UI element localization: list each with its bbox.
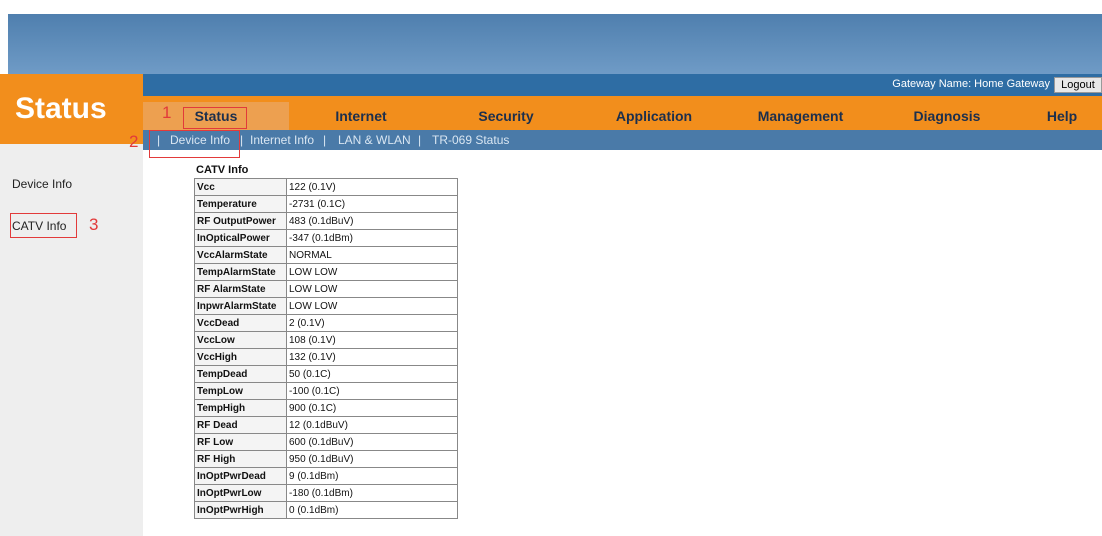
field-label: TempDead bbox=[194, 365, 287, 383]
subnav-internet-info[interactable]: Internet Info bbox=[250, 130, 314, 150]
field-value: 900 (0.1C) bbox=[286, 399, 458, 417]
gateway-name: Gateway Name: Home Gateway bbox=[892, 78, 1050, 90]
field-label: VccAlarmState bbox=[194, 246, 287, 264]
annotation-box-status bbox=[183, 107, 247, 129]
sidebar: Device Info CATV Info bbox=[0, 144, 143, 536]
field-label: InpwrAlarmState bbox=[194, 297, 287, 315]
field-value: LOW LOW bbox=[286, 280, 458, 298]
annotation-number: 1 bbox=[162, 103, 172, 122]
table-row: VccDead 2 (0.1V) bbox=[194, 314, 458, 332]
main-nav: Status Internet Security Application Man… bbox=[143, 102, 1102, 130]
table-row: RF Low 600 (0.1dBuV) bbox=[194, 433, 458, 451]
table-row: RF AlarmState LOW LOW bbox=[194, 280, 458, 298]
field-value: -100 (0.1C) bbox=[286, 382, 458, 400]
field-label: TempAlarmState bbox=[194, 263, 287, 281]
logout-button[interactable]: Logout bbox=[1054, 77, 1102, 93]
tab-application[interactable]: Application bbox=[579, 102, 729, 130]
subnav-lan-wlan[interactable]: LAN & WLAN bbox=[338, 130, 411, 150]
field-label: VccDead bbox=[194, 314, 287, 332]
field-value: 12 (0.1dBuV) bbox=[286, 416, 458, 434]
table-row: VccHigh 132 (0.1V) bbox=[194, 348, 458, 366]
table-row: InOptPwrLow -180 (0.1dBm) bbox=[194, 484, 458, 502]
table-row: InpwrAlarmState LOW LOW bbox=[194, 297, 458, 315]
field-label: RF High bbox=[194, 450, 287, 468]
field-value: 483 (0.1dBuV) bbox=[286, 212, 458, 230]
table-row: RF Dead 12 (0.1dBuV) bbox=[194, 416, 458, 434]
table-row: Temperature -2731 (0.1C) bbox=[194, 195, 458, 213]
table-row: VccLow 108 (0.1V) bbox=[194, 331, 458, 349]
field-value: LOW LOW bbox=[286, 263, 458, 281]
field-value: 50 (0.1C) bbox=[286, 365, 458, 383]
field-label: VccLow bbox=[194, 331, 287, 349]
sub-nav: | Device Info | Internet Info | LAN & WL… bbox=[143, 130, 1102, 150]
field-value: -347 (0.1dBm) bbox=[286, 229, 458, 247]
tab-diagnosis[interactable]: Diagnosis bbox=[872, 102, 1022, 130]
field-label: RF AlarmState bbox=[194, 280, 287, 298]
field-label: InOptPwrDead bbox=[194, 467, 287, 485]
field-value: -2731 (0.1C) bbox=[286, 195, 458, 213]
field-value: 132 (0.1V) bbox=[286, 348, 458, 366]
gateway-bar: Gateway Name: Home Gateway Logout bbox=[143, 74, 1102, 96]
field-label: RF Low bbox=[194, 433, 287, 451]
field-label: InOptPwrLow bbox=[194, 484, 287, 502]
field-value: LOW LOW bbox=[286, 297, 458, 315]
subnav-separator: | bbox=[323, 133, 327, 147]
subnav-separator: | bbox=[418, 133, 422, 147]
subnav-tr069-status[interactable]: TR-069 Status bbox=[432, 130, 509, 150]
table-row: InOpticalPower -347 (0.1dBm) bbox=[194, 229, 458, 247]
top-banner bbox=[8, 14, 1102, 74]
field-label: InOptPwrHigh bbox=[194, 501, 287, 519]
annotation-box-device-info bbox=[149, 130, 240, 158]
table-row: RF OutputPower 483 (0.1dBuV) bbox=[194, 212, 458, 230]
field-value: 9 (0.1dBm) bbox=[286, 467, 458, 485]
field-value: 2 (0.1V) bbox=[286, 314, 458, 332]
table-row: VccAlarmState NORMAL bbox=[194, 246, 458, 264]
field-value: 0 (0.1dBm) bbox=[286, 501, 458, 519]
field-value: -180 (0.1dBm) bbox=[286, 484, 458, 502]
tab-management[interactable]: Management bbox=[729, 102, 872, 130]
annotation-box-catv-info bbox=[10, 213, 77, 238]
field-value: 108 (0.1V) bbox=[286, 331, 458, 349]
field-label: RF OutputPower bbox=[194, 212, 287, 230]
catv-info-table: Vcc 122 (0.1V) Temperature -2731 (0.1C) RF… bbox=[194, 178, 458, 519]
field-label: VccHigh bbox=[194, 348, 287, 366]
table-row: InOptPwrDead 9 (0.1dBm) bbox=[194, 467, 458, 485]
tab-help[interactable]: Help bbox=[1022, 102, 1102, 130]
table-row: TempLow -100 (0.1C) bbox=[194, 382, 458, 400]
table-row: TempHigh 900 (0.1C) bbox=[194, 399, 458, 417]
field-label: InOpticalPower bbox=[194, 229, 287, 247]
field-value: 600 (0.1dBuV) bbox=[286, 433, 458, 451]
field-value: 122 (0.1V) bbox=[286, 178, 458, 196]
table-row: InOptPwrHigh 0 (0.1dBm) bbox=[194, 501, 458, 519]
subnav-separator: | bbox=[240, 133, 244, 147]
section-title: Status bbox=[0, 74, 143, 144]
annotation-number: 3 bbox=[89, 215, 99, 234]
table-row: Vcc 122 (0.1V) bbox=[194, 178, 458, 196]
tab-security[interactable]: Security bbox=[433, 102, 579, 130]
table-row: TempDead 50 (0.1C) bbox=[194, 365, 458, 383]
annotation-number: 2 bbox=[129, 132, 139, 151]
table-row: TempAlarmState LOW LOW bbox=[194, 263, 458, 281]
catv-info-title: CATV Info bbox=[196, 164, 249, 176]
field-value: 950 (0.1dBuV) bbox=[286, 450, 458, 468]
field-label: Temperature bbox=[194, 195, 287, 213]
sidebar-item-device-info[interactable]: Device Info bbox=[12, 177, 72, 191]
field-label: TempHigh bbox=[194, 399, 287, 417]
field-label: RF Dead bbox=[194, 416, 287, 434]
tab-internet[interactable]: Internet bbox=[289, 102, 433, 130]
field-label: Vcc bbox=[194, 178, 287, 196]
table-row: RF High 950 (0.1dBuV) bbox=[194, 450, 458, 468]
field-value: NORMAL bbox=[286, 246, 458, 264]
field-label: TempLow bbox=[194, 382, 287, 400]
